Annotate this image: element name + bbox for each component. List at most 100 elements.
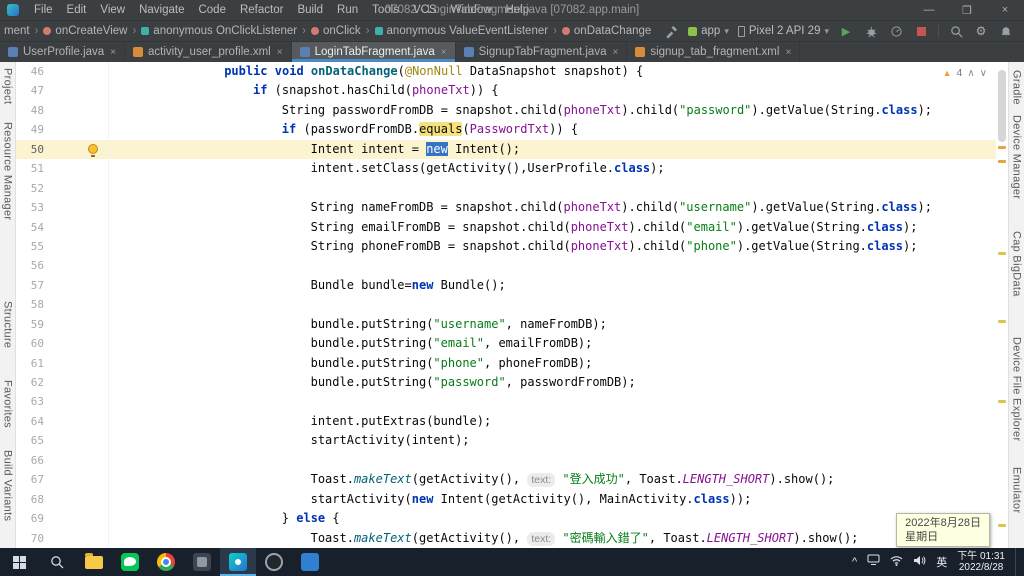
prev-warning-icon[interactable]: ∧	[967, 68, 974, 79]
ime-indicator[interactable]: 英	[936, 554, 947, 570]
code-line[interactable]: 66	[16, 450, 996, 471]
code-line[interactable]: 49 if (passwordFromDB.equals(PasswordTxt)…	[16, 120, 996, 140]
tab-close-icon[interactable]: ×	[440, 47, 447, 58]
code-line[interactable]: 55 String phoneFromDB = snapshot.child(ph…	[16, 236, 996, 257]
code-line[interactable]: 67 Toast.makeText(getActivity(), text: "登…	[16, 470, 996, 490]
menu-run[interactable]: Run	[330, 4, 365, 16]
inspections-widget[interactable]: ▲ 4 ∧ ∨	[939, 67, 990, 79]
tool-window-button-emulator[interactable]: Emulator	[1011, 467, 1023, 513]
code-line[interactable]: 65 startActivity(intent);	[16, 431, 996, 451]
scrollbar-thumb[interactable]	[998, 70, 1006, 142]
android-studio-taskbar-button[interactable]	[220, 548, 256, 576]
profiler-button[interactable]	[888, 23, 904, 39]
tool-window-button-resource-manager[interactable]: Resource Manager	[2, 122, 14, 220]
tab-logintabfragment-java[interactable]: LoginTabFragment.java ×	[291, 42, 456, 62]
code-editor[interactable]: 46 public void onDataChange(@NonNull Data…	[16, 62, 1008, 548]
build-hammer-icon[interactable]	[663, 23, 679, 39]
tray-expand-chevron-icon[interactable]: ^	[852, 556, 857, 568]
start-button[interactable]	[0, 548, 38, 576]
show-desktop-button[interactable]	[1015, 548, 1020, 576]
token-pl: Intent(getActivity(), MainActivity.	[433, 491, 694, 506]
code-line[interactable]: 48 String passwordFromDB = snapshot.child…	[16, 100, 996, 121]
code-line[interactable]: 57 Bundle bundle=new Bundle();	[16, 275, 996, 296]
tool-window-button-build-variants[interactable]: Build Variants	[2, 450, 14, 521]
breadcrumb-item-onclick[interactable]: onClick	[309, 25, 363, 37]
editor-scrollbar[interactable]	[996, 62, 1008, 548]
code-line[interactable]: 62 bundle.putString("password", passwordF…	[16, 373, 996, 393]
volume-icon[interactable]	[913, 553, 926, 571]
token-pl: (passwordFromDB.	[296, 122, 420, 137]
settings-gear-icon[interactable]: ⚙	[973, 23, 989, 39]
taskbar-search-button[interactable]	[38, 548, 76, 576]
chrome-taskbar-button[interactable]	[148, 548, 184, 576]
menu-view[interactable]: View	[93, 4, 132, 16]
tool-window-button-project[interactable]: Project	[2, 68, 14, 104]
monitor-icon[interactable]	[867, 553, 880, 571]
tab-close-icon[interactable]: ×	[276, 47, 283, 58]
code-line[interactable]: 63	[16, 392, 996, 412]
code-line[interactable]: 58	[16, 295, 996, 315]
menu-code[interactable]: Code	[191, 4, 233, 16]
tool-window-button-structure[interactable]: Structure	[2, 301, 14, 348]
breadcrumb-item-ondatachange[interactable]: onDataChange	[560, 25, 653, 37]
code-line[interactable]: 59 bundle.putString("username", nameFromD…	[16, 314, 996, 335]
code-line[interactable]: 47 if (snapshot.hasChild(phoneTxt)) {	[16, 81, 996, 101]
close-button[interactable]: ×	[986, 0, 1024, 20]
tab-signup-tab-fragment-xml[interactable]: signup_tab_fragment.xml ×	[627, 42, 801, 62]
code-line[interactable]: 51 intent.setClass(getActivity(),UserProf…	[16, 159, 996, 179]
tool-window-button-device-manager[interactable]: Device Manager	[1011, 115, 1023, 199]
app-gray-2-taskbar-button[interactable]	[256, 548, 292, 576]
next-warning-icon[interactable]: ∨	[980, 68, 987, 79]
code-line[interactable]: 61 bundle.putString("phone", phoneFromDB)…	[16, 353, 996, 373]
menu-edit[interactable]: Edit	[60, 4, 94, 16]
file-explorer-taskbar-button[interactable]	[76, 548, 112, 576]
token-fld: phoneTxt	[563, 200, 622, 215]
run-button[interactable]: ▶	[838, 23, 854, 39]
search-everywhere-icon[interactable]	[948, 23, 964, 39]
tab-label: LoginTabFragment.java	[314, 46, 435, 58]
code-line[interactable]: 50 Intent intent = new Intent();	[16, 139, 996, 160]
window-controls: — ❐ ×	[910, 0, 1024, 20]
menu-file[interactable]: File	[27, 4, 60, 16]
notifications-bell-icon[interactable]	[998, 23, 1014, 39]
maximize-button[interactable]: ❐	[948, 0, 986, 20]
stop-button[interactable]	[913, 23, 929, 39]
code-line[interactable]: 52	[16, 178, 996, 199]
tool-window-button-gradle[interactable]: Gradle	[1011, 70, 1023, 105]
code-line[interactable]: 64 intent.putExtras(bundle);	[16, 411, 996, 432]
menu-refactor[interactable]: Refactor	[233, 4, 290, 16]
code-line[interactable]: 53 String nameFromDB = snapshot.child(pho…	[16, 198, 996, 218]
code-line[interactable]: 54 String emailFromDB = snapshot.child(ph…	[16, 217, 996, 237]
debug-button[interactable]	[863, 23, 879, 39]
run-configuration-select[interactable]: app ▾	[688, 25, 729, 37]
tab-signuptabfragment-java[interactable]: SignupTabFragment.java ×	[456, 42, 628, 62]
tab-close-icon[interactable]: ×	[784, 47, 791, 58]
device-select[interactable]: Pixel 2 API 29 ▾	[737, 25, 829, 37]
line-taskbar-button[interactable]	[112, 548, 148, 576]
minimize-button[interactable]: —	[910, 0, 948, 20]
tool-window-button-cap-bigdata[interactable]: Cap BigData	[1011, 231, 1023, 297]
breadcrumb-item-anonymous-valueeventlistener[interactable]: anonymous ValueEventListener	[373, 25, 551, 37]
menu-build[interactable]: Build	[290, 4, 330, 16]
breadcrumb-item-anonymous-onclicklistener[interactable]: anonymous OnClickListener	[139, 25, 299, 37]
tab-close-icon[interactable]: ×	[109, 47, 116, 58]
app-gray-1-taskbar-button[interactable]	[184, 548, 220, 576]
tab-close-icon[interactable]: ×	[611, 47, 618, 58]
code-line[interactable]: 69} else {	[16, 509, 996, 529]
tab-userprofile-java[interactable]: UserProfile.java ×	[0, 42, 126, 62]
intention-bulb-icon[interactable]	[88, 143, 98, 157]
code-line[interactable]: 60 bundle.putString("email", emailFromDB)…	[16, 334, 996, 354]
code-line[interactable]: 46 public void onDataChange(@NonNull Data…	[16, 62, 996, 82]
app-blue-taskbar-button[interactable]	[292, 548, 328, 576]
tool-window-button-device-file-explorer[interactable]: Device File Explorer	[1011, 337, 1023, 441]
breadcrumb-item-oncreateview[interactable]: onCreateView	[41, 25, 129, 37]
menu-navigate[interactable]: Navigate	[132, 4, 191, 16]
taskbar-clock[interactable]: 下午 01:31 2022/8/28	[957, 551, 1005, 573]
network-icon[interactable]	[890, 553, 903, 571]
code-line[interactable]: 56	[16, 256, 996, 276]
tab-activity-user-profile-xml[interactable]: activity_user_profile.xml ×	[125, 42, 292, 62]
code-line[interactable]: 70 Toast.makeText(getActivity(), text: "密…	[16, 528, 996, 548]
code-line[interactable]: 68 startActivity(new Intent(getActivity()…	[16, 489, 996, 510]
breadcrumb-item-ment[interactable]: ment	[2, 25, 32, 37]
tool-window-button-favorites[interactable]: Favorites	[2, 380, 14, 428]
